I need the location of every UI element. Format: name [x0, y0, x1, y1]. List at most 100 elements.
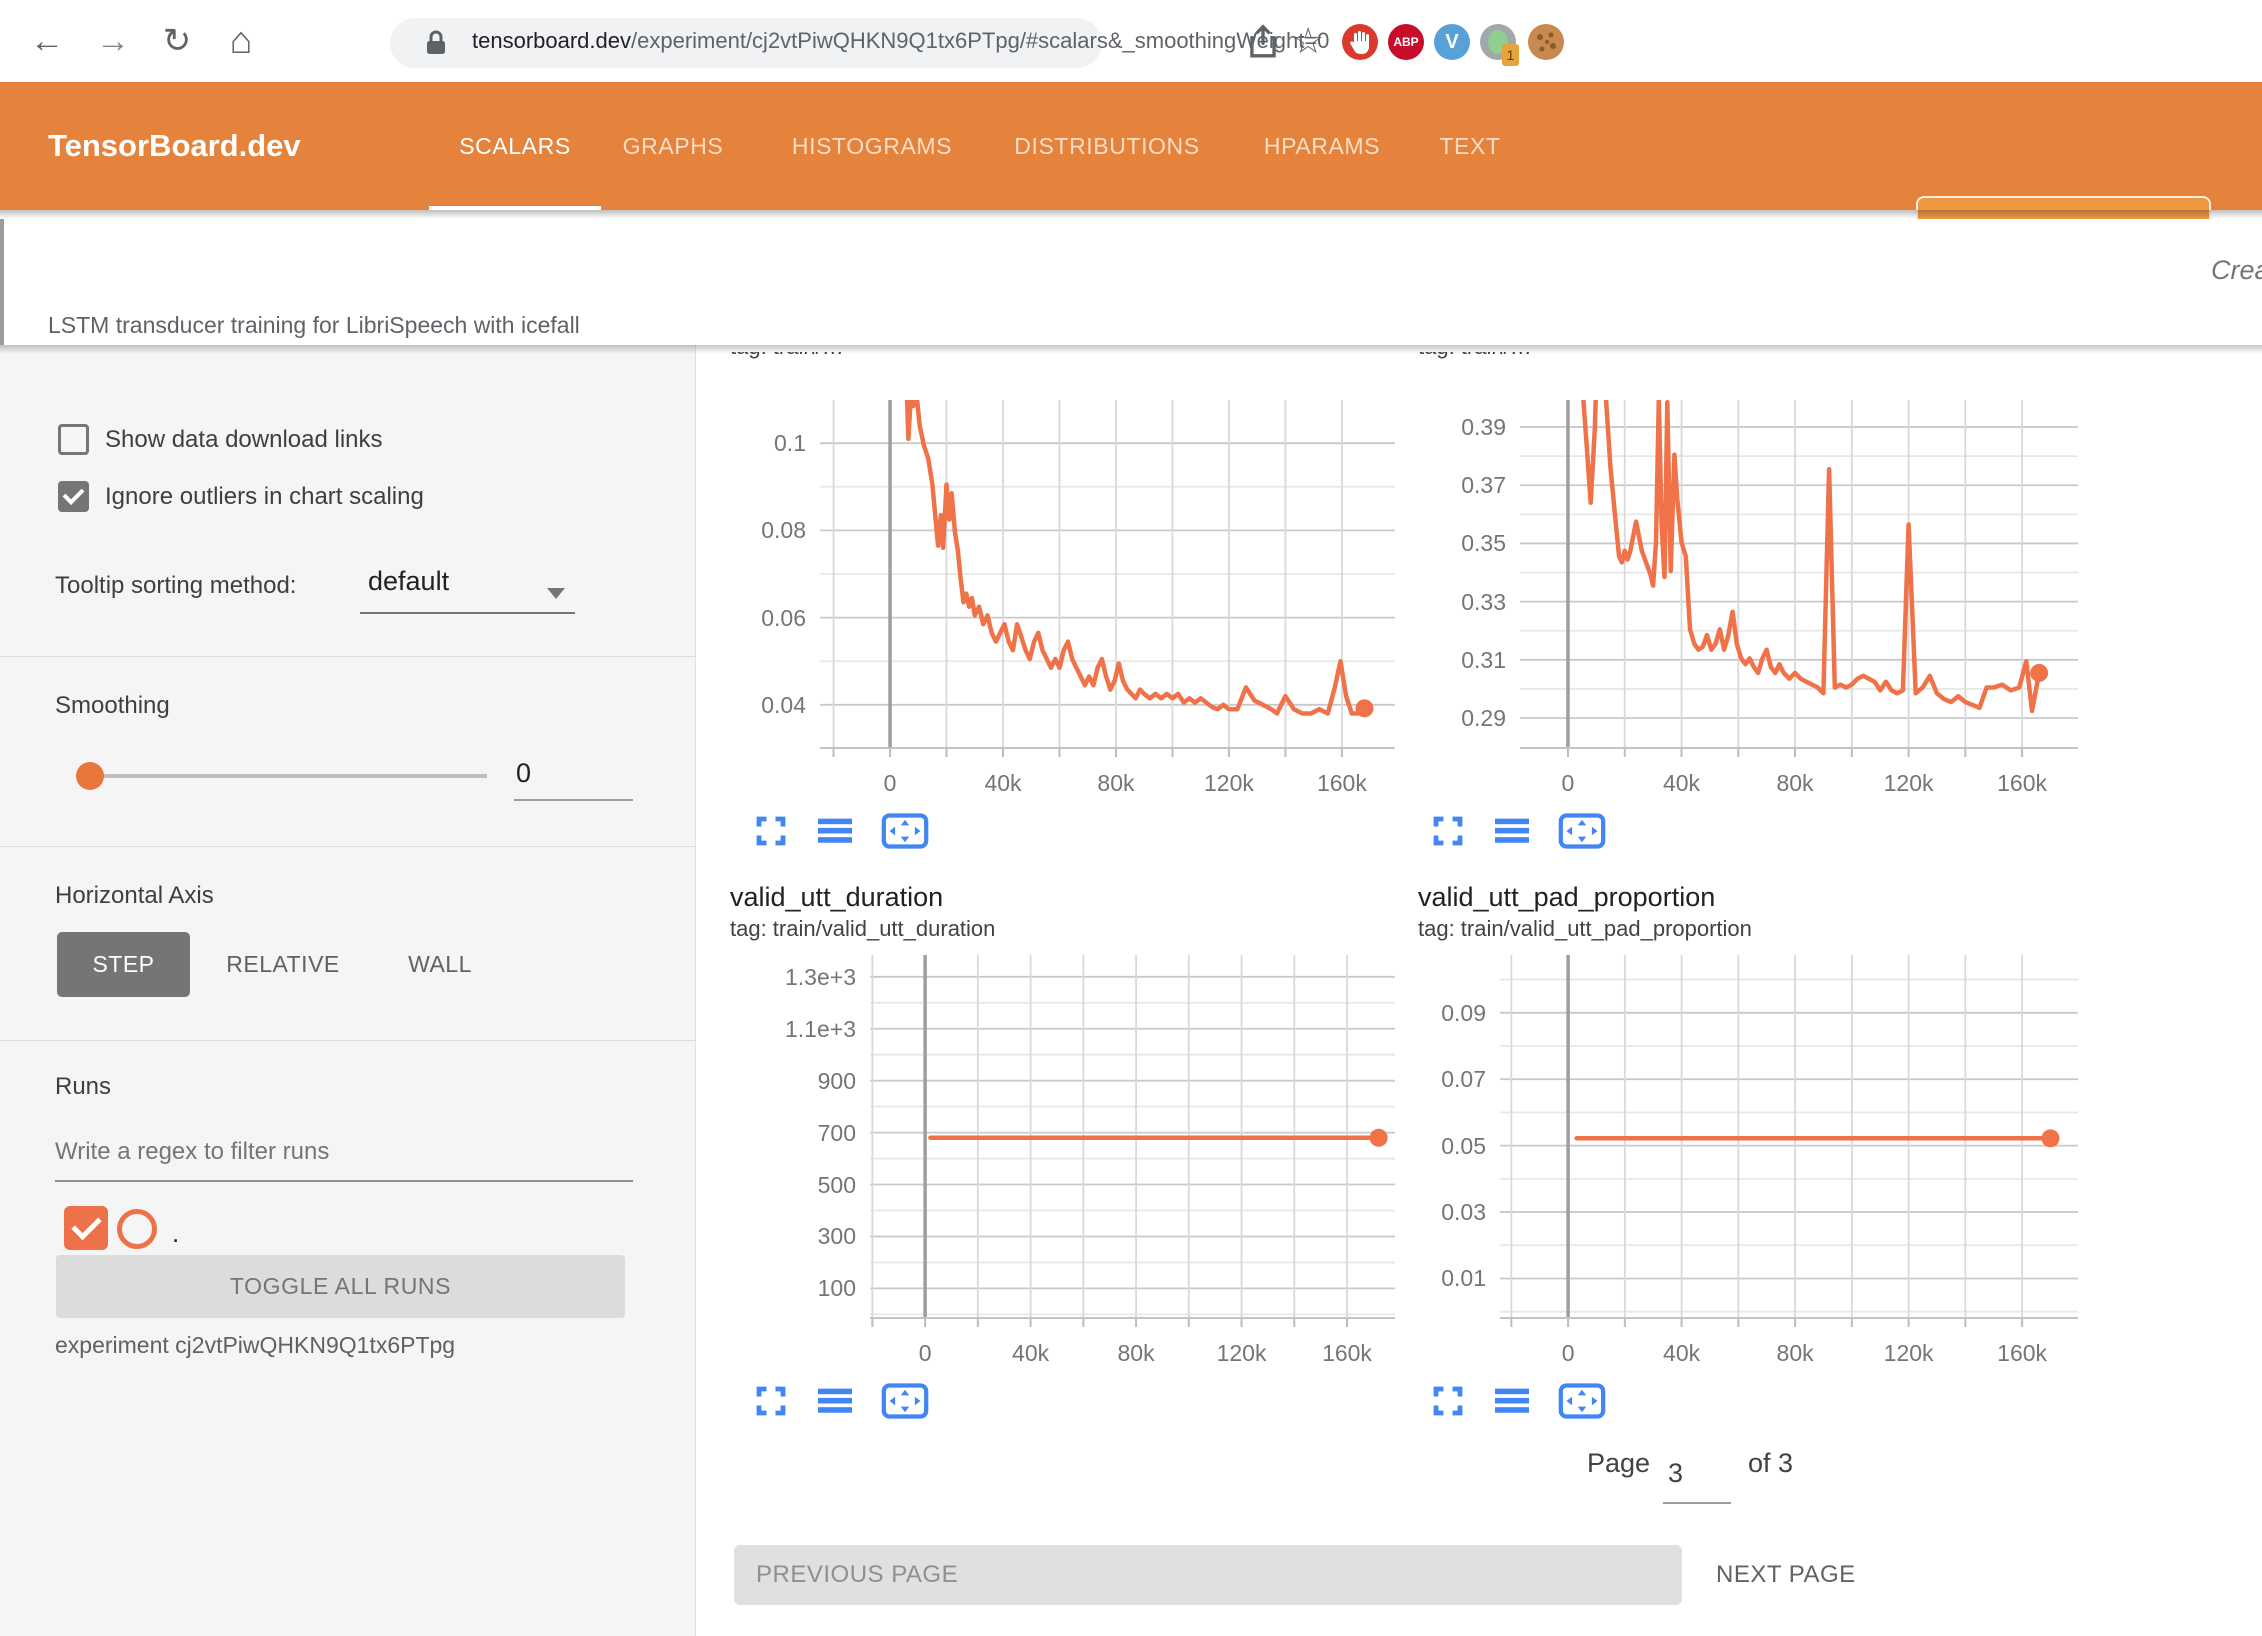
y-tick-label: 0.29	[1461, 705, 1506, 732]
chart-actions-bottom-left	[753, 1382, 929, 1420]
chart-plot-top-right[interactable]: 0.290.310.330.350.370.39040k80k120k160k	[1520, 400, 2078, 808]
smoothing-slider-track[interactable]	[85, 774, 487, 778]
stop-hand-extension-icon[interactable]	[1342, 24, 1378, 60]
url-text[interactable]: tensorboard.dev/experiment/cj2vtPiwQHKN9…	[472, 28, 1329, 54]
browser-toolbar: ← → ↻ ⌂ tensorboard.dev/experiment/cj2vt…	[0, 0, 2262, 83]
abp-extension-icon[interactable]: ABP	[1388, 24, 1424, 60]
pan-zoom-icon[interactable]	[1558, 812, 1606, 850]
tab-distributions[interactable]: DISTRIBUTIONS	[996, 82, 1218, 206]
lock-icon	[424, 30, 448, 61]
next-page-button[interactable]: NEXT PAGE	[1716, 1545, 1856, 1605]
y-tick-label: 0.08	[761, 517, 806, 544]
x-tick-label: 0	[884, 770, 897, 797]
tab-graphs[interactable]: GRAPHS	[612, 82, 734, 206]
check-icon	[63, 483, 85, 505]
y-tick-label: 300	[818, 1223, 856, 1250]
page-label: Page	[1587, 1448, 1650, 1479]
divider	[0, 846, 695, 847]
tab-scalars[interactable]: SCALARS	[429, 82, 601, 210]
chart-tag-valid-utt-duration: tag: train/valid_utt_duration	[730, 916, 995, 942]
axis-step-button[interactable]: STEP	[57, 932, 190, 997]
pan-zoom-icon[interactable]	[881, 812, 929, 850]
x-tick-label: 160k	[1997, 1340, 2047, 1367]
fullscreen-icon[interactable]	[753, 813, 789, 849]
x-tick-label: 120k	[1204, 770, 1254, 797]
chevron-down-icon[interactable]	[547, 588, 565, 599]
pan-zoom-icon[interactable]	[1558, 1382, 1606, 1420]
y-tick-label: 0.1	[774, 430, 806, 457]
y-tick-label: 0.31	[1461, 647, 1506, 674]
previous-page-button[interactable]: PREVIOUS PAGE	[734, 1545, 1682, 1605]
tooltip-sort-underline	[360, 612, 575, 614]
bookmark-star-icon[interactable]: ☆	[1292, 20, 1324, 62]
chart-plot-top-left[interactable]: 0.040.060.080.1040k80k120k160k	[820, 400, 1395, 808]
x-tick-label: 80k	[1776, 770, 1813, 797]
y-tick-label: 0.33	[1461, 589, 1506, 616]
y-tick-label: 0.09	[1441, 1000, 1486, 1027]
tab-text[interactable]: TEXT	[1424, 82, 1516, 206]
fullscreen-icon[interactable]	[753, 1383, 789, 1419]
x-tick-label: 160k	[1317, 770, 1367, 797]
forward-icon[interactable]: →	[88, 0, 138, 82]
x-tick-label: 120k	[1884, 1340, 1934, 1367]
view-data-icon[interactable]	[816, 1384, 854, 1418]
tab-hparams[interactable]: HPARAMS	[1244, 82, 1400, 206]
runs-filter-input[interactable]: Write a regex to filter runs	[55, 1138, 329, 1166]
smoothing-slider-thumb[interactable]	[76, 762, 104, 790]
chart-tag-valid-utt-pad-proportion: tag: train/valid_utt_pad_proportion	[1418, 916, 1752, 942]
pan-zoom-icon[interactable]	[881, 1382, 929, 1420]
share-icon[interactable]	[1246, 24, 1280, 65]
page-number-input[interactable]: 3	[1668, 1458, 1683, 1489]
x-tick-label: 80k	[1777, 1340, 1814, 1367]
fullscreen-icon[interactable]	[1430, 1383, 1466, 1419]
axis-wall-button[interactable]: WALL	[407, 932, 473, 997]
view-data-icon[interactable]	[1493, 1384, 1531, 1418]
x-tick-label: 0	[1562, 1340, 1575, 1367]
back-icon[interactable]: ←	[22, 0, 72, 82]
x-tick-label: 0	[1562, 770, 1575, 797]
tooltip-sort-select[interactable]: default	[368, 566, 449, 597]
x-tick-label: 80k	[1097, 770, 1134, 797]
smoothing-value-input[interactable]: 0	[516, 758, 531, 789]
x-tick-label: 120k	[1217, 1340, 1267, 1367]
view-data-icon[interactable]	[816, 814, 854, 848]
axis-relative-button[interactable]: RELATIVE	[226, 932, 340, 997]
v-extension-icon[interactable]: V	[1434, 24, 1470, 60]
y-tick-label: 700	[818, 1120, 856, 1147]
toggle-all-runs-button[interactable]: TOGGLE ALL RUNS	[56, 1255, 625, 1318]
home-icon[interactable]: ⌂	[216, 0, 266, 82]
y-tick-label: 0.35	[1461, 530, 1506, 557]
clipped-chart-tag-left: tag: train/…	[730, 352, 1350, 376]
experiment-description: LSTM transducer training for LibriSpeech…	[48, 312, 580, 339]
horizontal-axis-label: Horizontal Axis	[55, 882, 214, 910]
run-checkbox[interactable]	[64, 1206, 108, 1250]
show-download-links-checkbox[interactable]	[58, 424, 89, 455]
tooltip-sort-label: Tooltip sorting method:	[55, 572, 296, 600]
smoothing-value-underline	[514, 799, 633, 801]
show-download-links-label[interactable]: Show data download links	[105, 426, 383, 454]
cookie-extension-icon[interactable]	[1528, 24, 1564, 60]
reload-icon[interactable]: ↻	[152, 0, 202, 82]
chart-plot-bottom-left[interactable]: 1003005007009001.1e+31.3e+3040k80k120k16…	[870, 955, 1395, 1378]
y-tick-label: 900	[818, 1068, 856, 1095]
ignore-outliers-checkbox[interactable]	[58, 481, 89, 512]
profile-extension-icon[interactable]: 1	[1480, 24, 1516, 60]
chart-actions-top-right	[1430, 812, 1606, 850]
x-tick-label: 40k	[1012, 1340, 1049, 1367]
chart-plot-bottom-right[interactable]: 0.010.030.050.070.09040k80k120k160k	[1500, 955, 2078, 1378]
app-logo[interactable]: TensorBoard.dev	[48, 82, 301, 210]
view-data-icon[interactable]	[1493, 814, 1531, 848]
y-tick-label: 0.39	[1461, 414, 1506, 441]
fullscreen-icon[interactable]	[1430, 813, 1466, 849]
x-tick-label: 80k	[1118, 1340, 1155, 1367]
tab-histograms[interactable]: HISTOGRAMS	[765, 82, 979, 206]
smoothing-label: Smoothing	[55, 692, 170, 720]
y-tick-label: 0.37	[1461, 472, 1506, 499]
run-name[interactable]: .	[172, 1218, 179, 1249]
app-header: TensorBoard.dev SCALARS GRAPHS HISTOGRAM…	[0, 82, 2262, 210]
ignore-outliers-label[interactable]: Ignore outliers in chart scaling	[105, 483, 424, 511]
y-tick-label: 1.3e+3	[785, 964, 856, 991]
profile-badge: 1	[1502, 44, 1519, 66]
tensorboard-page: ← → ↻ ⌂ tensorboard.dev/experiment/cj2vt…	[0, 0, 2262, 1636]
page-count-label: of 3	[1748, 1448, 1793, 1479]
